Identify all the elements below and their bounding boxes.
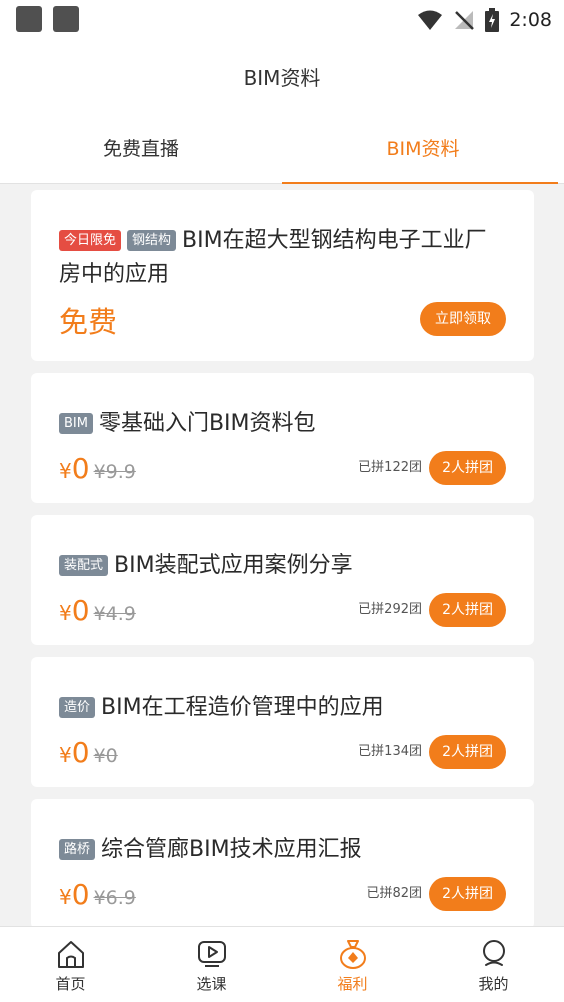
currency-symbol: ¥ xyxy=(59,459,72,483)
nav-home[interactable]: 首页 xyxy=(0,927,141,1002)
card-title: BIM在工程造价管理中的应用 xyxy=(101,695,384,720)
status-icons: 2:08 xyxy=(417,7,552,33)
home-icon xyxy=(54,937,88,971)
current-price: 0 xyxy=(71,594,90,627)
featured-card[interactable]: 今日限免 钢结构 BIM在超大型钢结构电子工业厂房中的应用 免费 立即领取 xyxy=(31,190,534,361)
original-price: ¥0 xyxy=(93,745,118,767)
price-row: ¥0 ¥0 xyxy=(59,736,118,769)
nav-label: 首页 xyxy=(55,975,86,993)
group-count: 已拼292团 xyxy=(358,602,422,617)
list-item[interactable]: 路桥 综合管廊BIM技术应用汇报 ¥0 ¥6.9 已拼82团 2人拼团 xyxy=(31,799,534,926)
price-row: ¥0 ¥9.9 xyxy=(59,452,136,485)
tab-bim-materials[interactable]: BIM资料 xyxy=(282,112,564,184)
material-list[interactable]: 今日限免 钢结构 BIM在超大型钢结构电子工业厂房中的应用 免费 立即领取 BIM 零… xyxy=(0,184,564,926)
nav-courses[interactable]: 选课 xyxy=(141,927,282,1002)
category-tag: BIM xyxy=(59,413,93,434)
group-buy-button[interactable]: 2人拼团 xyxy=(429,877,506,911)
video-play-icon xyxy=(195,937,229,971)
category-tag: 路桥 xyxy=(59,839,96,860)
original-price: ¥9.9 xyxy=(93,461,136,483)
currency-symbol: ¥ xyxy=(59,743,72,767)
tab-free-live[interactable]: 免费直播 xyxy=(0,112,282,183)
no-signal-icon xyxy=(455,11,475,30)
original-price: ¥6.9 xyxy=(93,887,136,909)
original-price: ¥4.9 xyxy=(93,603,136,625)
card-title: BIM在超大型钢结构电子工业厂房中的应用 xyxy=(59,228,487,287)
card-title-line: 造价 BIM在工程造价管理中的应用 xyxy=(59,691,506,725)
nav-label: 我的 xyxy=(478,975,509,993)
card-title-line: 装配式 BIM装配式应用案例分享 xyxy=(59,549,506,583)
list-item[interactable]: 装配式 BIM装配式应用案例分享 ¥0 ¥4.9 已拼292团 2人拼团 xyxy=(31,515,534,645)
nav-mine[interactable]: 我的 xyxy=(423,927,564,1002)
price-row: ¥0 ¥6.9 xyxy=(59,878,136,911)
current-price: 0 xyxy=(71,736,90,769)
notification-icon xyxy=(53,6,79,32)
group-buy-button[interactable]: 2人拼团 xyxy=(429,451,506,485)
group-count: 已拼122团 xyxy=(358,460,422,475)
clock: 2:08 xyxy=(509,9,552,31)
tab-bar: 免费直播 BIM资料 xyxy=(0,112,564,184)
group-buy-button[interactable]: 2人拼团 xyxy=(429,735,506,769)
limited-free-tag: 今日限免 xyxy=(59,230,122,251)
group-count: 已拼134团 xyxy=(358,744,422,759)
bottom-nav: 首页 选课 福利 我的 xyxy=(0,926,564,1002)
currency-symbol: ¥ xyxy=(59,601,72,625)
battery-icon xyxy=(485,8,500,32)
claim-now-button[interactable]: 立即领取 xyxy=(420,302,506,336)
category-tag: 钢结构 xyxy=(127,230,177,251)
card-title: 综合管廊BIM技术应用汇报 xyxy=(101,837,362,862)
user-icon xyxy=(477,937,511,971)
current-price: 0 xyxy=(71,452,90,485)
notification-icon xyxy=(16,6,42,32)
nav-label: 福利 xyxy=(337,975,368,993)
list-item[interactable]: 造价 BIM在工程造价管理中的应用 ¥0 ¥0 已拼134团 2人拼团 xyxy=(31,657,534,787)
list-item[interactable]: BIM 零基础入门BIM资料包 ¥0 ¥9.9 已拼122团 2人拼团 xyxy=(31,373,534,503)
wifi-icon xyxy=(418,10,443,30)
category-tag: 造价 xyxy=(59,697,96,718)
money-bag-icon xyxy=(336,937,370,971)
category-tag: 装配式 xyxy=(59,555,109,576)
group-count: 已拼82团 xyxy=(366,886,422,901)
card-title-line: 今日限免 钢结构 BIM在超大型钢结构电子工业厂房中的应用 xyxy=(59,224,506,292)
current-price: 0 xyxy=(71,878,90,911)
nav-welfare[interactable]: 福利 xyxy=(282,927,423,1002)
status-bar: 2:08 xyxy=(0,0,564,40)
free-price-label: 免费 xyxy=(59,305,118,339)
page-title: BIM资料 xyxy=(243,65,321,90)
group-buy-button[interactable]: 2人拼团 xyxy=(429,593,506,627)
card-title-line: BIM 零基础入门BIM资料包 xyxy=(59,407,506,441)
nav-label: 选课 xyxy=(196,975,227,993)
card-title: BIM装配式应用案例分享 xyxy=(114,553,353,578)
currency-symbol: ¥ xyxy=(59,885,72,909)
card-title-line: 路桥 综合管廊BIM技术应用汇报 xyxy=(59,833,506,867)
card-title: 零基础入门BIM资料包 xyxy=(98,411,316,436)
price-row: ¥0 ¥4.9 xyxy=(59,594,136,627)
